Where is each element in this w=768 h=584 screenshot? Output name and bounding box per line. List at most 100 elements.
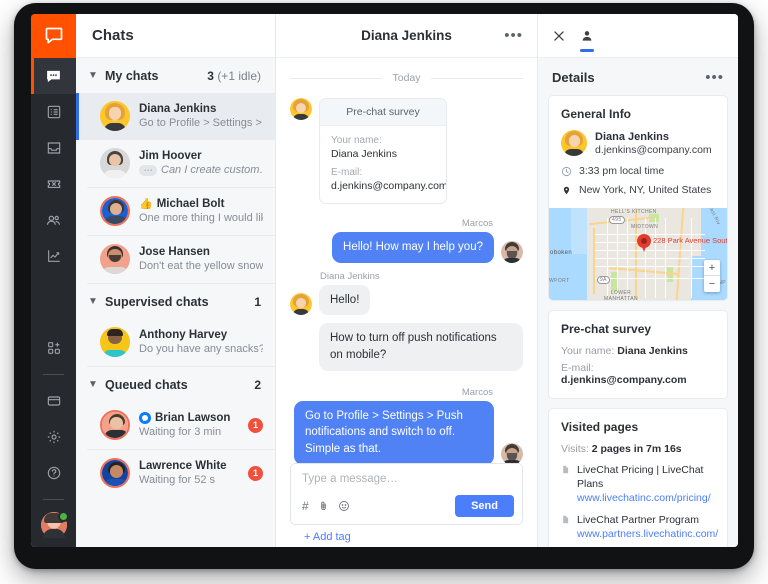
map-label: MIDTOWN: [631, 224, 658, 230]
chat-item-preview: Do you have any snacks?: [139, 343, 263, 355]
my-profile-avatar[interactable]: [41, 512, 67, 538]
chat-item-name: 👍 Michael Bolt: [139, 198, 263, 210]
rail-item-ticket-tag[interactable]: [31, 166, 76, 202]
location-map[interactable]: HELL'S KITCHEN MIDTOWN oboken WPORT LOWE…: [549, 208, 727, 300]
card-title: Visited pages: [561, 420, 715, 434]
group-header-queued-chats[interactable]: ▼ Queued chats 2: [76, 367, 275, 402]
message-input[interactable]: Type a message…: [291, 464, 522, 495]
group-title: Queued chats: [105, 378, 246, 392]
rail-divider: [43, 374, 64, 375]
presence-indicator: [58, 511, 69, 522]
map-label: oboken: [550, 250, 572, 256]
general-info-card: General Info Diana Jenkins d.jenkins@com…: [548, 95, 728, 301]
map-zoom-controls[interactable]: + −: [704, 260, 720, 292]
rail-item-archives[interactable]: [31, 94, 76, 130]
typing-indicator-icon: ⋯: [139, 165, 157, 176]
rail-item-chats[interactable]: [31, 58, 76, 94]
chat-list-item-michael-bolt[interactable]: 👍 Michael Bolt One more thing I would li…: [87, 188, 275, 236]
visited-page-item[interactable]: LiveChat Pricing | LiveChat Plans www.li…: [561, 463, 715, 506]
details-scroll-area[interactable]: General Info Diana Jenkins d.jenkins@com…: [538, 95, 738, 547]
message-row-incoming-2: How to turn off push notifications on mo…: [319, 323, 523, 370]
local-time: 3:33 pm local time: [579, 165, 664, 177]
rail-item-help[interactable]: [31, 455, 76, 491]
details-title: Details: [552, 70, 595, 85]
pre-chat-survey-card: Pre-chat survey Your name: Diana Jenkins…: [319, 98, 447, 204]
rail-item-team[interactable]: [31, 202, 76, 238]
rail-item-tickets-inbox[interactable]: [31, 130, 76, 166]
messenger-icon: [139, 412, 151, 424]
chat-item-preview: Waiting for 52 s: [139, 474, 239, 486]
group-header-my-chats[interactable]: ▼ My chats 3 (+1 idle): [76, 58, 275, 93]
attachment-icon[interactable]: [318, 500, 329, 512]
group-title: Supervised chats: [105, 295, 246, 309]
rail-item-billing[interactable]: [31, 383, 76, 419]
visited-pages-card: Visited pages Visits: 2 pages in 7m 16s …: [548, 408, 728, 547]
group-count: 3 (+1 idle): [207, 69, 261, 83]
map-location-pin-icon: [637, 234, 651, 252]
map-zoom-in-button[interactable]: +: [704, 260, 720, 276]
chats-header: Chats: [76, 14, 275, 58]
more-options-icon[interactable]: •••: [504, 32, 523, 40]
details-tabs: [538, 14, 738, 58]
message-sender: Marcos: [290, 387, 493, 398]
conversation-header: Diana Jenkins •••: [276, 14, 537, 58]
map-label: LOWER MANHATTAN: [601, 290, 641, 300]
chat-list-item-diana-jenkins[interactable]: Diana Jenkins Go to Profile > Settings >…: [76, 93, 275, 140]
livechat-logo-icon[interactable]: [31, 14, 76, 58]
avatar: [290, 98, 312, 120]
avatar: [100, 148, 130, 178]
map-label: HELL'S KITCHEN: [611, 209, 657, 215]
visited-page-url[interactable]: www.livechatinc.com/pricing/: [577, 491, 715, 506]
message-composer[interactable]: Type a message… # Send: [290, 463, 523, 525]
rail-divider-2: [43, 499, 64, 500]
chat-item-name: Anthony Harvey: [139, 329, 263, 341]
send-button[interactable]: Send: [455, 495, 514, 517]
chevron-down-icon: ▼: [88, 380, 97, 390]
composer-wrapper: Type a message… # Send + Add tag: [276, 463, 537, 547]
chat-list-item-jose-hansen[interactable]: Jose Hansen Don't eat the yellow snow!: [87, 236, 275, 284]
avatar: [100, 458, 130, 488]
chat-list-item-brian-lawson[interactable]: Brian Lawson Waiting for 3 min 1: [87, 402, 275, 450]
messages-area: Today Pre-chat survey Your name: Diana J…: [276, 58, 537, 463]
avatar: [100, 196, 130, 226]
rail-item-apps[interactable]: [31, 330, 76, 366]
chat-item-name: Jim Hoover: [139, 150, 263, 162]
chat-item-name: Brian Lawson: [139, 412, 239, 424]
chat-list-item-lawrence-white[interactable]: Lawrence White Waiting for 52 s 1: [87, 450, 275, 497]
map-address-label: 228 Park Avenue South: [653, 236, 727, 245]
tab-customer-profile[interactable]: [580, 14, 594, 58]
chat-item-preview: Waiting for 3 min: [139, 426, 239, 438]
map-zoom-out-button[interactable]: −: [704, 276, 720, 292]
location-text: New York, NY, United States: [579, 184, 711, 196]
details-header: Details •••: [538, 58, 738, 95]
message-bubble: How to turn off push notifications on mo…: [319, 323, 523, 370]
chat-list-item-anthony-harvey[interactable]: Anthony Harvey Do you have any snacks?: [87, 319, 275, 367]
canned-response-icon[interactable]: #: [302, 500, 309, 512]
chats-scroll-area[interactable]: ▼ My chats 3 (+1 idle) Diana Jenkins Go …: [76, 58, 275, 547]
chat-item-name: Diana Jenkins: [139, 103, 263, 115]
more-options-icon[interactable]: •••: [705, 74, 724, 82]
visited-page-url[interactable]: www.partners.livechatinc.com/: [577, 527, 718, 542]
rail-item-settings[interactable]: [31, 419, 76, 455]
group-header-supervised-chats[interactable]: ▼ Supervised chats 1: [76, 284, 275, 319]
emoji-icon[interactable]: [338, 500, 350, 512]
message-bubble: Hello! How may I help you?: [332, 232, 494, 263]
visits-summary: Visits: 2 pages in 7m 16s: [561, 443, 715, 455]
page-title: Chats: [92, 27, 134, 44]
avatar: [100, 101, 130, 131]
add-tag-button[interactable]: + Add tag: [290, 525, 523, 543]
visited-page-item[interactable]: LiveChat Partner Program www.partners.li…: [561, 513, 715, 542]
app-screen: Chats ▼ My chats 3 (+1 idle) Diana Jenki…: [31, 14, 738, 547]
rail-item-reports[interactable]: [31, 238, 76, 274]
message-sender: Marcos: [290, 218, 493, 229]
message-bubble: Hello!: [319, 285, 370, 316]
chevron-down-icon: ▼: [88, 297, 97, 307]
avatar: [100, 410, 130, 440]
thumbs-up-icon: 👍: [139, 199, 153, 210]
location-row: New York, NY, United States: [561, 184, 715, 196]
avatar: [290, 293, 312, 315]
chat-list-item-jim-hoover[interactable]: Jim Hoover ⋯ Can I create custom…: [87, 140, 275, 188]
close-icon[interactable]: [552, 14, 566, 58]
composer-toolbar: # Send: [291, 495, 522, 524]
day-divider: Today: [290, 72, 523, 84]
